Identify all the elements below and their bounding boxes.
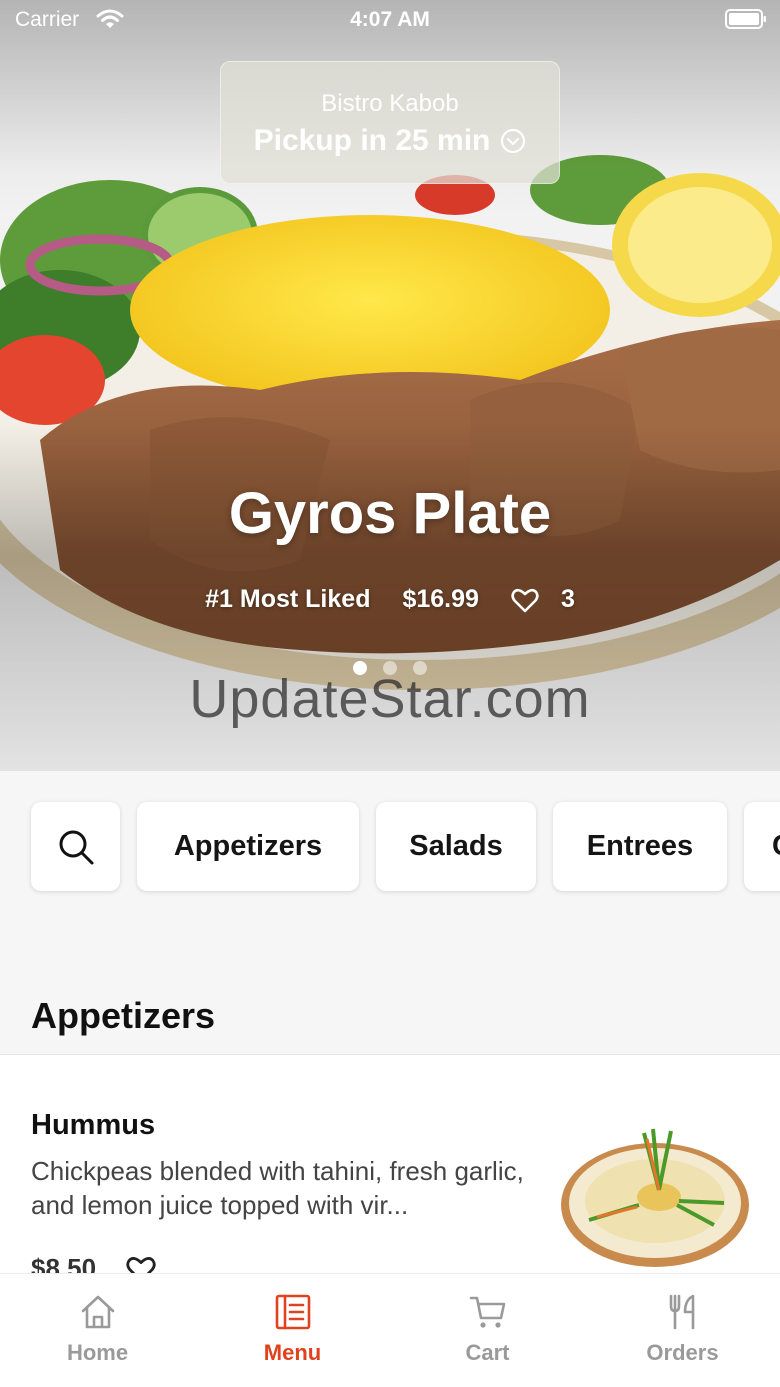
heart-icon [511,588,539,612]
item-description: Chickpeas blended with tahini, fresh gar… [31,1156,524,1220]
category-chip-partial[interactable]: C [744,802,780,891]
search-button[interactable] [31,802,120,891]
featured-item-title[interactable]: Gyros Plate [0,480,780,547]
clock: 4:07 AM [350,8,430,31]
category-chip-salads[interactable]: Salads [376,802,536,891]
featured-badge: #1 Most Liked [205,585,371,613]
tab-label: Home [66,1340,129,1365]
category-chip-entrees[interactable]: Entrees [553,802,727,891]
watermark: UpdateStar.com [189,669,591,729]
item-name: Hummus [31,1109,156,1141]
featured-carousel[interactable]: Carrier 4:07 AM Bistro Kabob Pickup in 2… [0,0,780,771]
battery-icon [725,9,766,29]
featured-item-meta: #1 Most Liked $16.99 3 [0,585,780,614]
category-bar: Appetizers Salads Entrees C [0,771,780,971]
cart-icon [469,1296,505,1328]
tab-menu[interactable]: Menu [195,1274,390,1387]
utensils-icon [669,1294,694,1330]
featured-price: $16.99 [402,585,479,613]
likes-count: 3 [560,585,575,613]
pickup-selector[interactable]: Bistro Kabob Pickup in 25 min [220,61,560,184]
restaurant-name: Bistro Kabob [321,90,459,117]
pickup-time: Pickup in 25 min [253,124,491,157]
search-icon [59,830,93,864]
menu-screen: Carrier 4:07 AM Bistro Kabob Pickup in 2… [0,0,780,1387]
hummus-photo [561,1128,749,1267]
home-icon [81,1295,114,1329]
tab-orders[interactable]: Orders [585,1274,780,1387]
featured-likes[interactable]: 3 [511,585,591,614]
status-bar: Carrier 4:07 AM [0,0,780,40]
tab-cart[interactable]: Cart [390,1274,585,1387]
tab-home[interactable]: Home [0,1274,195,1387]
section-title: Appetizers [31,995,216,1036]
chevron-down-circle-icon [501,128,526,154]
tab-bar: Home Menu Cart Orders [0,1273,780,1387]
category-chip-appetizers[interactable]: Appetizers [137,802,359,891]
tab-label: Orders [646,1340,719,1365]
menu-icon [275,1294,310,1330]
tab-label: Cart [465,1340,510,1365]
tab-label: Menu [263,1340,322,1365]
